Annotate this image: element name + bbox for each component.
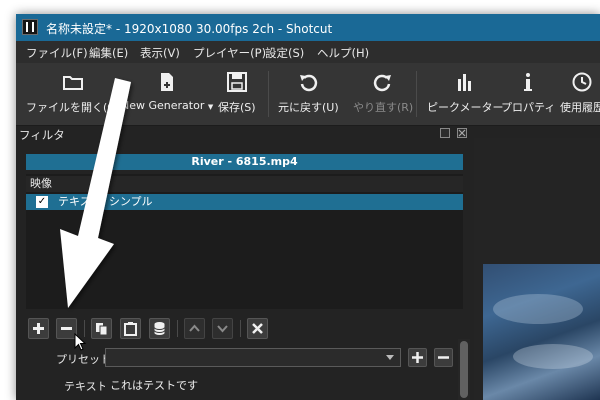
plus-icon	[33, 323, 44, 334]
minus-icon	[61, 327, 72, 330]
shotcut-window: 名称未設定* - 1920x1080 30.00fps 2ch - Shotcu…	[16, 14, 600, 400]
chevron-up-icon	[189, 324, 200, 332]
menu-edit[interactable]: 編集(E)	[89, 45, 128, 61]
redo-label: やり直す(R)	[353, 101, 414, 114]
filter-list[interactable]: 映像 ✓ テキスト: シンプル	[26, 174, 463, 309]
new-file-icon	[161, 73, 174, 91]
properties-label: プロパティ	[501, 101, 556, 114]
minus-icon	[438, 356, 449, 359]
history-label: 使用履歴	[560, 101, 600, 114]
filter-row-text-simple[interactable]: ✓ テキスト: シンプル	[26, 194, 463, 210]
menu-file[interactable]: ファイル(F)	[26, 45, 88, 61]
save-filter-set-button[interactable]	[149, 318, 170, 339]
info-icon	[524, 73, 533, 91]
menu-view[interactable]: 表示(V)	[140, 45, 180, 61]
history-button[interactable]: 使用履歴	[560, 71, 600, 115]
open-file-button[interactable]: ファイルを開く(O)	[26, 71, 120, 115]
add-filter-button[interactable]	[28, 318, 49, 339]
menu-bar: ファイル(F) 編集(E) 表示(V) プレイヤー(P) 設定(S) ヘルプ(H…	[16, 41, 600, 63]
remove-preset-button[interactable]	[434, 348, 453, 367]
panel-scrollbar[interactable]	[458, 339, 470, 400]
toolbar-separator	[416, 71, 417, 117]
clock-icon	[572, 72, 592, 92]
undo-button[interactable]: 元に戻す(U)	[278, 71, 339, 115]
copy-filters-button[interactable]	[91, 318, 112, 339]
dropdown-icon: ▼	[207, 103, 214, 111]
text-label: テキスト	[64, 380, 108, 393]
close-icon	[252, 323, 263, 334]
current-file-header: River - 6815.mp4	[26, 154, 463, 170]
toolbar-separator	[268, 71, 269, 117]
paste-filters-button[interactable]	[120, 318, 141, 339]
plus-icon	[412, 352, 423, 363]
title-bar: 名称未設定* - 1920x1080 30.00fps 2ch - Shotcu…	[16, 14, 600, 41]
copy-icon	[96, 323, 108, 336]
button-separator	[177, 320, 178, 337]
filters-panel-title: フィルタ	[19, 128, 65, 142]
new-generator-button[interactable]: New Generator ▼	[121, 71, 213, 112]
save-label: 保存(S)	[218, 101, 256, 114]
peak-meter-icon	[458, 74, 472, 91]
close-panel-icon[interactable]	[457, 128, 467, 138]
database-icon	[154, 322, 165, 335]
clipboard-icon	[124, 322, 137, 336]
text-input[interactable]: これはテストです	[105, 374, 453, 400]
open-file-label: ファイルを開く(O)	[26, 101, 121, 114]
undo-label: 元に戻す(U)	[278, 101, 339, 114]
redo-button[interactable]: やり直す(R)	[353, 71, 413, 115]
scrollbar-thumb[interactable]	[460, 341, 468, 398]
preset-label: プリセット	[56, 353, 111, 366]
window-title: 名称未設定* - 1920x1080 30.00fps 2ch - Shotcu…	[46, 22, 333, 36]
filter-name: テキスト: シンプル	[58, 195, 153, 208]
mouse-cursor-icon	[74, 333, 87, 351]
redo-icon	[374, 74, 392, 92]
menu-settings[interactable]: 設定(S)	[265, 45, 304, 61]
move-up-button[interactable]	[184, 318, 205, 339]
properties-button[interactable]: プロパティ	[501, 71, 555, 115]
preset-select[interactable]	[105, 348, 401, 367]
add-preset-button[interactable]	[408, 348, 427, 367]
peak-meter-button[interactable]: ピークメーター	[427, 71, 504, 115]
filter-enabled-checkbox[interactable]: ✓	[36, 196, 48, 208]
menu-help[interactable]: ヘルプ(H)	[317, 45, 369, 61]
app-icon	[22, 19, 38, 35]
folder-icon	[63, 76, 84, 90]
video-preview	[483, 264, 600, 400]
save-button[interactable]: 保存(S)	[218, 71, 256, 115]
chevron-down-icon	[386, 355, 394, 360]
deselect-filter-button[interactable]	[247, 318, 268, 339]
menu-player[interactable]: プレイヤー(P)	[193, 45, 266, 61]
peak-meter-label: ピークメーター	[427, 101, 504, 114]
video-category-header: 映像	[26, 176, 463, 192]
chevron-down-icon	[217, 325, 228, 333]
move-down-button[interactable]	[212, 318, 233, 339]
undo-icon	[300, 74, 318, 92]
new-generator-label: New Generator	[121, 99, 205, 112]
button-separator	[240, 320, 241, 337]
float-panel-icon[interactable]	[440, 128, 450, 138]
save-icon	[226, 72, 247, 92]
toolbar: ファイルを開く(O) New Generator ▼ 保存(S) 元に戻す(U)…	[16, 63, 600, 126]
